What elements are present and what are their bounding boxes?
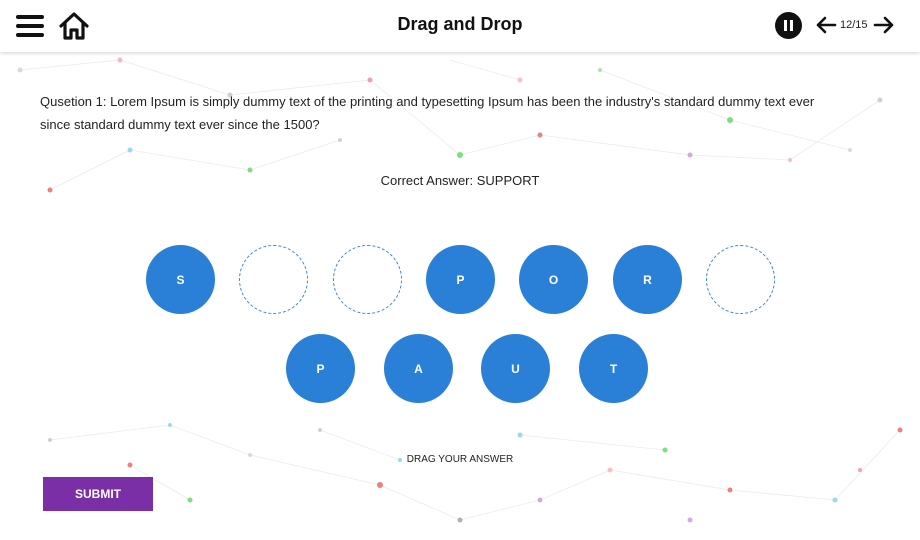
answer-slot-3[interactable] (333, 245, 402, 314)
question-text: Qusetion 1: Lorem Ipsum is simply dummy … (40, 94, 815, 132)
answer-slot-letter: P (456, 272, 465, 287)
answer-slot-7[interactable] (706, 245, 775, 314)
answer-slot-letter: R (643, 272, 652, 287)
answer-slot-letter: S (176, 272, 185, 287)
correct-answer-label: Correct Answer: SUPPORT (380, 173, 540, 188)
answer-slot-letter: O (548, 272, 559, 287)
drag-instruction-text: DRAG YOUR ANSWER (406, 454, 514, 465)
pause-icon-bar-2 (790, 20, 793, 31)
answer-slot-5[interactable]: O (519, 245, 588, 314)
submit-button[interactable]: SUBMIT (43, 477, 153, 511)
letter-tile-3[interactable]: U (481, 334, 550, 403)
letter-tile-2[interactable]: A (384, 334, 453, 403)
letter-tile-1[interactable]: P (286, 334, 355, 403)
top-header-bar: Drag and Drop 12/15 (0, 0, 920, 52)
arrow-right-icon[interactable] (873, 15, 895, 35)
answer-slot-1[interactable]: S (146, 245, 215, 314)
pause-icon (784, 20, 787, 31)
letter-tile-4[interactable]: T (579, 334, 648, 403)
answer-slot-4[interactable]: P (426, 245, 495, 314)
quiz-page: Drag and Drop 12/15 Qusetion 1: Lorem Ip… (0, 0, 920, 540)
answer-slot-6[interactable]: R (613, 245, 682, 314)
question-counter: 12/15 (840, 19, 868, 31)
answer-slot-2[interactable] (239, 245, 308, 314)
arrow-left-icon[interactable] (815, 15, 837, 35)
pause-button[interactable] (775, 12, 802, 39)
